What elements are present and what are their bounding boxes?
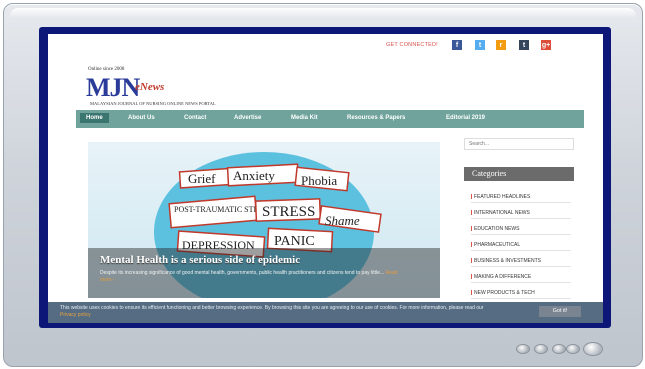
- category-new-products[interactable]: NEW PRODUCTS & TECH: [471, 290, 571, 299]
- word-grief: Grief: [188, 171, 216, 186]
- category-business[interactable]: BUSINESS & INVESTMENTS: [471, 258, 571, 267]
- hero-title[interactable]: Mental Health is a serious side of epide…: [100, 254, 300, 266]
- nav-item-about[interactable]: About Us: [128, 115, 155, 121]
- monitor-button-icon[interactable]: [534, 344, 548, 354]
- category-education-news[interactable]: EDUCATION NEWS: [471, 226, 571, 235]
- facebook-icon[interactable]: f: [452, 40, 462, 50]
- category-international-news[interactable]: INTERNATIONAL NEWS: [471, 210, 571, 219]
- category-pharmaceutical[interactable]: PHARMACEUTICAL: [471, 242, 571, 251]
- featured-article[interactable]: Grief Anxiety Phobia POST-TRAUMATIC STRE…: [88, 142, 440, 298]
- site-logo[interactable]: MJN: [86, 73, 140, 103]
- nav-item-advertise[interactable]: Advertise: [234, 115, 261, 121]
- monitor-button-icon[interactable]: [566, 344, 580, 354]
- twitter-icon[interactable]: t: [475, 40, 485, 50]
- categories-title: Categories: [464, 167, 574, 181]
- site-logo-sub[interactable]: eNews: [135, 81, 164, 93]
- main-nav: Home About Us Contact Advertise Media Ki…: [76, 110, 584, 128]
- power-button-icon[interactable]: [583, 342, 603, 356]
- cookie-banner: This website uses cookies to ensure its …: [48, 302, 603, 323]
- monitor-button-icon[interactable]: [552, 344, 566, 354]
- hero-description: Despite its increasing significance of g…: [100, 270, 400, 284]
- nav-item-media-kit[interactable]: Media Kit: [291, 115, 318, 121]
- get-connected-label: GET CONNECTED!: [386, 42, 438, 48]
- nav-item-home[interactable]: Home: [80, 113, 109, 123]
- monitor-button-icon[interactable]: [516, 344, 530, 354]
- website-page: GET CONNECTED! f t r t g+ Online since 2008 …: [48, 34, 603, 323]
- hero-description-text: Despite its increasing significance of g…: [100, 270, 385, 276]
- word-anxiety: Anxiety: [233, 168, 275, 183]
- category-making-difference[interactable]: MAKING A DIFFERENCE: [471, 274, 571, 283]
- word-shame: Shame: [325, 213, 360, 228]
- word-panic: PANIC: [274, 234, 315, 249]
- rss-icon[interactable]: r: [496, 40, 506, 50]
- since-label: Online since 2008: [88, 67, 125, 72]
- cookie-accept-button[interactable]: Got it!: [539, 306, 581, 317]
- privacy-policy-link[interactable]: Privacy policy: [60, 312, 91, 318]
- word-stress: STRESS: [262, 204, 315, 220]
- cookie-text: This website uses cookies to ensure its …: [60, 305, 484, 311]
- google-plus-icon[interactable]: g+: [541, 40, 551, 50]
- tumblr-icon[interactable]: t: [519, 40, 529, 50]
- word-phobia: Phobia: [301, 173, 337, 188]
- nav-item-resources[interactable]: Resources & Papers: [347, 115, 405, 121]
- cookie-message: This website uses cookies to ensure its …: [60, 305, 500, 319]
- search-input[interactable]: [464, 138, 574, 150]
- site-tagline: MALAYSIAN JOURNAL OF NURSING ONLINE NEWS…: [90, 101, 216, 106]
- category-featured-headlines[interactable]: FEATURED HEADLINES: [471, 194, 571, 203]
- monitor-shine: [10, 8, 636, 18]
- nav-item-editorial[interactable]: Editorial 2019: [446, 115, 485, 121]
- nav-item-contact[interactable]: Contact: [184, 115, 206, 121]
